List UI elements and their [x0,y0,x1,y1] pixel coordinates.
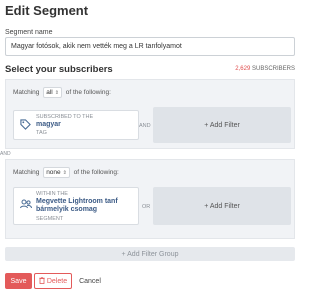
filter-line1: SUBSCRIBED TO THE [36,114,94,120]
add-filter-group-button[interactable]: + Add Filter Group [5,247,295,261]
filter-group-1: Matching all ⇕ of the following: SUBSCRIB… [5,79,295,149]
subscriber-count: 2,629 SUBSCRIBERS [235,66,295,72]
matching-row-1: Matching all ⇕ of the following: [13,87,111,98]
chevron-updown-icon: ⇕ [54,90,59,96]
segment-users-icon [20,199,32,212]
filter-line3: TAG [36,130,47,136]
filter-value: Megvette Lightroom tanf bármelyik csomag [36,198,118,213]
group-joiner: AND [0,151,11,157]
segment-name-input[interactable]: Magyar fotósok, akik nem vették meg a LR… [5,37,295,56]
delete-label: Delete [46,277,68,285]
filter-card-tag[interactable]: SUBSCRIBED TO THE magyar TAG [13,110,139,140]
filter-joiner-or: OR [142,204,151,210]
trash-icon [39,276,45,286]
filter-joiner-and: AND [139,123,151,129]
filter-line3: SEGMENT [36,216,64,222]
matching-select-2[interactable]: none ⇕ [43,167,70,178]
subscriber-count-suffix: SUBSCRIBERS [251,66,295,72]
subscriber-count-number: 2,629 [235,66,251,72]
add-filter-button-1[interactable]: + Add Filter [153,107,291,143]
subscribers-heading: Select your subscribers [5,64,113,75]
page-title: Edit Segment [5,3,89,18]
matching-prefix: Matching [13,89,40,96]
matching-row-2: Matching none ⇕ of the following: [13,167,119,178]
matching-select-value: none [46,169,61,176]
matching-select-1[interactable]: all ⇕ [43,87,62,98]
filter-group-2: Matching none ⇕ of the following: WITHIN … [5,159,295,239]
matching-select-value: all [46,89,53,96]
chevron-updown-icon: ⇕ [62,170,67,176]
segment-name-label: Segment name [5,29,53,36]
add-filter-button-2[interactable]: + Add Filter [153,187,291,225]
filter-card-segment[interactable]: WITHIN THE Megvette Lightroom tanf bárme… [13,187,139,225]
matching-prefix: Matching [13,169,40,176]
delete-button[interactable]: Delete [34,273,72,289]
matching-suffix: of the following: [65,89,111,96]
cancel-button[interactable]: Cancel [75,273,105,289]
filter-value: magyar [36,121,61,128]
tag-icon [20,119,31,133]
save-button[interactable]: Save [5,273,32,289]
matching-suffix: of the following: [73,169,119,176]
filter-line1: WITHIN THE [36,191,68,197]
